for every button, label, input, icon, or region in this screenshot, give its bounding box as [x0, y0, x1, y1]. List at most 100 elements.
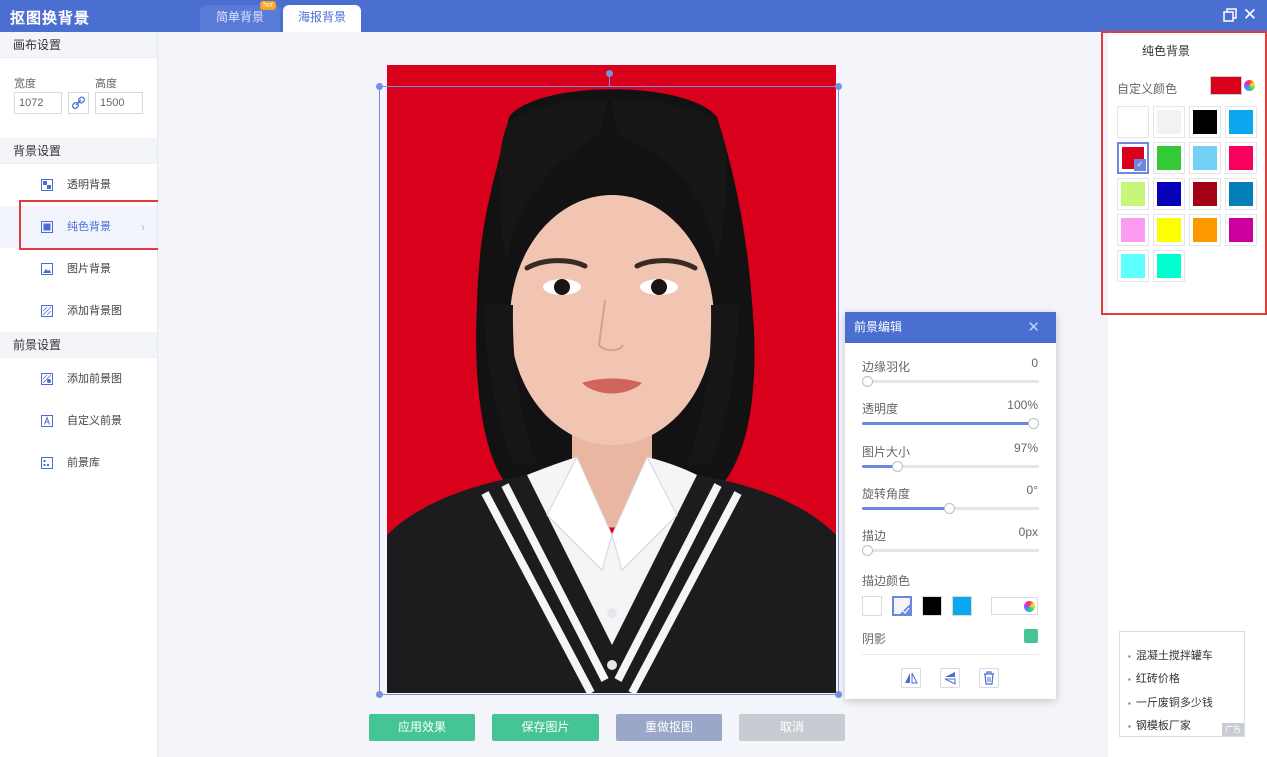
stroke-slider[interactable]: [862, 545, 1039, 556]
ad-box: 混凝土搅拌罐车 红砖价格 一斤废铜多少钱 钢模板厂家 广告: [1119, 631, 1245, 737]
feather-value: 0: [1031, 356, 1038, 370]
menu-label: 图片背景: [67, 263, 111, 275]
tab-simple-background[interactable]: 简单背景 hot: [200, 1, 280, 32]
flip-vertical-button[interactable]: [940, 668, 960, 688]
portrait-photo[interactable]: [387, 65, 836, 693]
stroke-color-label: 描边颜色: [862, 574, 911, 588]
slider-fill: [862, 422, 1039, 425]
ad-link[interactable]: 混凝土搅拌罐车: [1128, 647, 1213, 663]
canvas-settings-header: 画布设置: [0, 32, 157, 58]
cancel-button[interactable]: 取消: [739, 714, 845, 741]
menu-label: 添加前景图: [67, 373, 122, 385]
portrait-illustration: [387, 89, 836, 693]
shadow-color-swatch[interactable]: [1024, 629, 1038, 643]
stroke-color-swatch[interactable]: [862, 596, 882, 616]
selection-left-edge: [379, 86, 380, 694]
flip-horizontal-button[interactable]: [901, 668, 921, 688]
menu-foreground-library[interactable]: 前景库: [0, 442, 157, 484]
height-input[interactable]: 1500: [95, 92, 143, 114]
hot-badge: hot: [260, 1, 276, 10]
divider: [862, 654, 1039, 655]
stroke-color-swatch[interactable]: [952, 596, 972, 616]
width-input[interactable]: 1072: [14, 92, 62, 114]
foreground-settings-header: 前景设置: [0, 332, 157, 358]
tab-label: 海报背景: [297, 10, 346, 24]
menu-custom-foreground[interactable]: 自定义前景: [0, 400, 157, 442]
selection-bottom-edge: [379, 694, 839, 695]
menu-label: 添加背景图: [67, 305, 122, 317]
resize-handle-bottom-right[interactable]: [835, 691, 842, 698]
close-window-icon[interactable]: ✕: [1243, 5, 1257, 25]
highlight-box: [1101, 31, 1267, 315]
menu-label: 前景库: [67, 457, 100, 469]
width-label: 宽度: [14, 78, 36, 90]
slider-knob[interactable]: [943, 503, 955, 514]
foreground-edit-header: 前景编辑 ✕: [845, 312, 1056, 343]
ad-link[interactable]: 钢模板厂家: [1128, 717, 1191, 733]
feather-slider[interactable]: [862, 376, 1039, 387]
resize-handle-top-right[interactable]: [835, 83, 842, 90]
restore-window-icon[interactable]: [1223, 8, 1237, 22]
background-settings-header: 背景设置: [0, 138, 157, 164]
stroke-custom-color-picker[interactable]: [991, 597, 1038, 615]
stroke-color-swatch[interactable]: [892, 596, 912, 616]
delete-button[interactable]: [979, 668, 999, 688]
image-icon: [41, 263, 53, 275]
stroke-color-swatch[interactable]: [922, 596, 942, 616]
apply-effect-button[interactable]: 应用效果: [369, 714, 475, 741]
flip-horizontal-icon: [905, 672, 918, 684]
tab-label: 简单背景: [215, 10, 264, 24]
check-icon: [900, 604, 910, 614]
library-icon: [41, 457, 53, 469]
flip-vertical-icon: [944, 672, 956, 685]
rotate-handle[interactable]: [606, 70, 613, 77]
link-ratio-button[interactable]: [68, 92, 89, 114]
menu-image-background[interactable]: 图片背景: [0, 248, 157, 290]
transparent-grid-icon: [41, 179, 53, 191]
foreground-edit-panel: 前景编辑 ✕ 边缘羽化 0 透明度 100% 图片大小 97% 旋转角度 0°: [845, 312, 1056, 699]
slider-knob[interactable]: [862, 545, 873, 556]
trash-icon: [984, 671, 994, 685]
panel-title: 前景编辑: [854, 320, 903, 334]
text-a-icon: [41, 415, 53, 427]
size-label: 图片大小: [862, 445, 911, 459]
rotate-value: 0°: [1026, 483, 1038, 497]
selection-top-edge: [379, 86, 839, 87]
height-label: 高度: [95, 78, 117, 90]
canvas-size-row: 宽度 高度 1072 1500: [0, 58, 157, 138]
feather-label: 边缘羽化: [862, 360, 911, 374]
left-panel: 画布设置 宽度 高度 1072 1500 背景设置 透明背景 纯色背景 › 图片…: [0, 32, 158, 757]
resize-handle-bottom-left[interactable]: [376, 691, 383, 698]
rotate-slider[interactable]: [862, 503, 1039, 514]
link-icon: [71, 96, 86, 110]
title-bar: 抠图换背景 简单背景 hot 海报背景 ✕: [0, 0, 1267, 32]
menu-add-foreground-image[interactable]: 添加前景图: [0, 358, 157, 400]
menu-label: 透明背景: [67, 179, 111, 191]
slider-knob[interactable]: [1028, 418, 1039, 429]
ad-link[interactable]: 一斤废铜多少钱: [1128, 694, 1213, 710]
resize-handle-top-left[interactable]: [376, 83, 383, 90]
tab-poster-background[interactable]: 海报背景: [283, 5, 361, 32]
slider-fill: [862, 507, 949, 510]
ad-link[interactable]: 红砖价格: [1128, 670, 1180, 686]
save-image-button[interactable]: 保存图片: [492, 714, 599, 741]
shadow-label: 阴影: [862, 632, 887, 646]
opacity-value: 100%: [1007, 398, 1038, 412]
opacity-label: 透明度: [862, 402, 899, 416]
size-slider[interactable]: [862, 461, 1039, 472]
slider-knob[interactable]: [892, 461, 904, 472]
close-icon[interactable]: ✕: [1027, 312, 1040, 343]
size-value: 97%: [1013, 441, 1038, 455]
opacity-slider[interactable]: [862, 418, 1039, 429]
selection-right-edge: [838, 86, 839, 694]
slider-knob[interactable]: [862, 376, 873, 387]
stroke-label: 描边: [862, 529, 887, 543]
menu-add-background-image[interactable]: 添加背景图: [0, 290, 157, 332]
menu-label: 自定义前景: [67, 415, 122, 427]
ad-label: 广告: [1222, 723, 1244, 736]
app-title: 抠图换背景: [10, 10, 91, 27]
add-foreground-icon: [41, 373, 53, 385]
rotate-label: 旋转角度: [862, 487, 911, 501]
redo-cutout-button[interactable]: 重做抠图: [616, 714, 722, 741]
stroke-value: 0px: [1018, 525, 1038, 539]
